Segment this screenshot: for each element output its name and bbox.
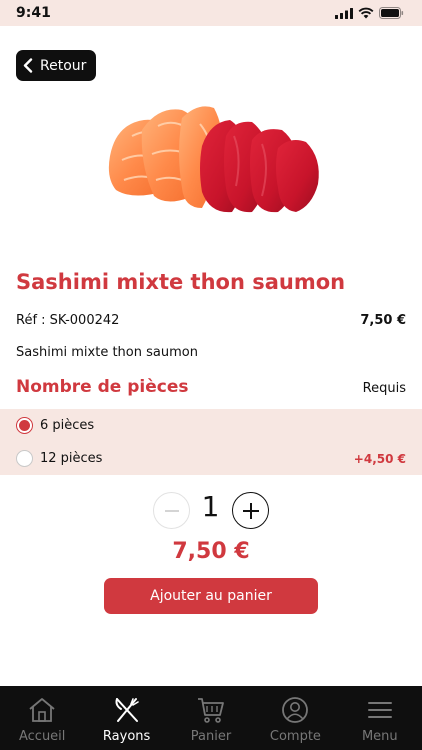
tab-label: Compte <box>269 729 321 744</box>
product-price: 7,50 € <box>360 313 406 328</box>
add-to-cart-button[interactable]: Ajouter au panier <box>104 578 318 614</box>
product-description: Sashimi mixte thon saumon <box>16 345 198 360</box>
back-button-label: Retour <box>40 57 87 74</box>
option-label: 12 pièces <box>40 451 103 466</box>
tab-panier[interactable]: Panier <box>169 686 253 750</box>
signal-icon <box>335 7 353 19</box>
tab-label: Menu <box>361 729 398 744</box>
product-title: Sashimi mixte thon saumon <box>16 270 346 294</box>
radio-selected[interactable] <box>16 417 33 434</box>
home-icon <box>29 698 55 722</box>
tab-menu[interactable]: Menu <box>338 686 422 750</box>
tab-label: Accueil <box>18 729 66 744</box>
status-time: 9:41 <box>16 5 51 21</box>
tab-accueil[interactable]: Accueil <box>0 686 84 750</box>
option-12-pieces[interactable]: 12 pièces +4,50 € <box>0 442 422 475</box>
pieces-options: 6 pièces 12 pièces +4,50 € <box>0 409 422 475</box>
user-icon <box>282 697 309 723</box>
tab-rayons[interactable]: Rayons <box>84 686 168 750</box>
status-icons <box>335 7 404 19</box>
option-extra-price: +4,50 € <box>353 451 406 466</box>
quantity-value: 1 <box>201 490 220 523</box>
cart-icon <box>198 698 224 723</box>
option-6-pieces[interactable]: 6 pièces <box>0 409 422 442</box>
product-reference: Réf : SK-000242 <box>16 313 120 328</box>
minus-icon <box>165 510 179 512</box>
tab-compte[interactable]: Compte <box>253 686 337 750</box>
menu-icon <box>367 702 392 718</box>
chevron-left-icon <box>23 58 33 73</box>
total-price: 7,50 € <box>172 539 250 564</box>
product-image <box>108 106 319 213</box>
plus-icon <box>243 503 259 519</box>
tab-label: Panier <box>190 729 232 744</box>
radio-unselected[interactable] <box>16 450 33 467</box>
tab-bar: Accueil Rayons Panier Compte Menu <box>0 686 422 750</box>
tab-label: Rayons <box>102 729 151 744</box>
quantity-decrease-button[interactable] <box>153 492 190 529</box>
fork-knife-icon <box>115 698 139 722</box>
status-bar: 9:41 <box>0 0 422 26</box>
quantity-increase-button[interactable] <box>232 492 269 529</box>
battery-icon <box>379 7 404 19</box>
pieces-section-title: Nombre de pièces <box>16 377 189 397</box>
wifi-icon <box>358 7 374 19</box>
option-label: 6 pièces <box>40 418 95 433</box>
pieces-required-label: Requis <box>362 381 406 396</box>
back-button[interactable]: Retour <box>16 50 96 81</box>
